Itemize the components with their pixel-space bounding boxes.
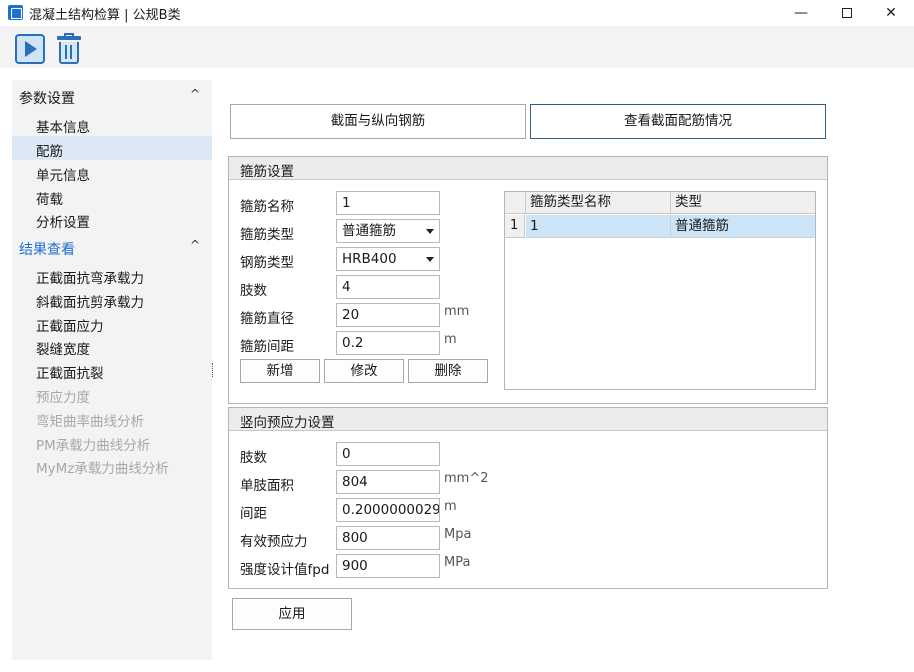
prestress-area-label: 单肢面积 — [240, 478, 294, 494]
stirrup-legs-input[interactable]: 4 — [336, 275, 440, 299]
panel-header: 竖向预应力设置 — [229, 408, 827, 431]
section-title: 参数设置 — [19, 91, 75, 107]
table-corner — [505, 192, 526, 214]
stirrup-diameter-label: 箍筋直径 — [240, 311, 294, 327]
maximize-button[interactable] — [824, 0, 870, 26]
sidebar-item-element-info[interactable]: 单元信息 — [12, 160, 212, 184]
section-header-params[interactable]: 参数设置 ^ — [12, 84, 212, 108]
edit-button[interactable]: 修改 — [324, 359, 404, 383]
sidebar-item-normal-stress[interactable]: 正截面应力 — [12, 311, 212, 335]
stirrup-type-select[interactable]: 普通箍筋 — [336, 219, 440, 243]
diameter-unit: mm — [444, 304, 470, 319]
effective-prestress-label: 有效预应力 — [240, 534, 308, 550]
effective-prestress-unit: Mpa — [444, 527, 472, 542]
chevron-down-icon — [426, 257, 434, 262]
close-button[interactable]: ✕ — [868, 0, 914, 26]
view-rebar-button[interactable]: 查看截面配筋情况 — [530, 104, 826, 139]
add-button[interactable]: 新增 — [240, 359, 320, 383]
column-header-type[interactable]: 类型 — [671, 192, 815, 214]
toolbar — [0, 26, 914, 68]
spacing-unit: m — [444, 332, 457, 347]
section-rebar-button[interactable]: 截面与纵向钢筋 — [230, 104, 526, 139]
trash-icon[interactable] — [55, 33, 83, 65]
fpd-input[interactable]: 900 — [336, 554, 440, 578]
maximize-icon — [842, 8, 852, 18]
steel-type-select[interactable]: HRB400 — [336, 247, 440, 271]
app-icon — [8, 5, 23, 20]
chevron-up-icon[interactable]: ^ — [190, 87, 200, 101]
sidebar-item-pm-curve: PM承载力曲线分析 — [36, 438, 151, 454]
splitter-handle[interactable] — [212, 363, 214, 377]
section-header-results[interactable]: 结果查看 ^ — [12, 235, 212, 259]
sidebar-nav: 参数设置 ^ 基本信息 配筋 单元信息 荷载 分析设置 结果查看 ^ 正截面抗弯… — [12, 80, 212, 660]
sidebar-item-prestress-degree: 预应力度 — [36, 390, 90, 406]
run-icon[interactable] — [15, 34, 45, 64]
stirrup-table[interactable]: 箍筋类型名称 类型 1 1 普通箍筋 — [504, 191, 816, 390]
area-unit: mm^2 — [444, 471, 489, 486]
prestress-area-input[interactable]: 804 — [336, 470, 440, 494]
stirrup-spacing-label: 箍筋间距 — [240, 339, 294, 355]
window-title: 混凝土结构检算 | 公规B类 — [29, 8, 181, 23]
panel-header: 箍筋设置 — [229, 157, 827, 180]
chevron-down-icon — [426, 229, 434, 234]
prestress-legs-label: 肢数 — [240, 450, 267, 466]
sidebar-item-crack-resistance[interactable]: 正截面抗裂 — [12, 358, 212, 382]
sidebar-item-crack-width[interactable]: 裂缝宽度 — [12, 334, 212, 358]
prestress-spacing-label: 间距 — [240, 506, 267, 522]
sidebar-item-basic-info[interactable]: 基本信息 — [12, 112, 212, 136]
prestress-spacing-unit: m — [444, 499, 457, 514]
table-cell-name[interactable]: 1 — [526, 215, 671, 238]
effective-prestress-input[interactable]: 800 — [336, 526, 440, 550]
section-title: 结果查看 — [19, 242, 75, 258]
sidebar-item-analysis-settings[interactable]: 分析设置 — [12, 207, 212, 231]
stirrup-type-label: 箍筋类型 — [240, 227, 294, 243]
minimize-button[interactable]: — — [778, 0, 824, 26]
delete-button[interactable]: 删除 — [408, 359, 488, 383]
chevron-up-icon[interactable]: ^ — [190, 238, 200, 252]
table-cell-type[interactable]: 普通箍筋 — [671, 215, 815, 238]
fpd-label: 强度设计值fpd — [240, 562, 330, 578]
stirrup-name-input[interactable]: 1 — [336, 191, 440, 215]
sidebar-item-moment-curvature: 弯矩曲率曲线分析 — [36, 414, 144, 430]
prestress-legs-input[interactable]: 0 — [336, 442, 440, 466]
sidebar-item-mymz-curve: MyMz承载力曲线分析 — [36, 461, 169, 477]
title-bar: 混凝土结构检算 | 公规B类 — ✕ — [0, 0, 914, 26]
prestress-spacing-input[interactable]: 0.2000000029802 — [336, 498, 440, 522]
sidebar-item-loads[interactable]: 荷载 — [12, 184, 212, 208]
row-header[interactable]: 1 — [505, 215, 525, 238]
stirrup-legs-label: 肢数 — [240, 283, 267, 299]
stirrup-diameter-input[interactable]: 20 — [336, 303, 440, 327]
sidebar-item-rebar[interactable]: 配筋 — [12, 136, 212, 160]
apply-button[interactable]: 应用 — [232, 598, 352, 630]
steel-type-label: 钢筋类型 — [240, 255, 294, 271]
fpd-unit: MPa — [444, 555, 471, 570]
sidebar-item-shear-capacity[interactable]: 斜截面抗剪承载力 — [12, 287, 212, 311]
stirrup-name-label: 箍筋名称 — [240, 199, 294, 215]
stirrup-spacing-input[interactable]: 0.2 — [336, 331, 440, 355]
sidebar-item-bending-capacity[interactable]: 正截面抗弯承载力 — [12, 263, 212, 287]
column-header-name[interactable]: 箍筋类型名称 — [526, 192, 671, 214]
